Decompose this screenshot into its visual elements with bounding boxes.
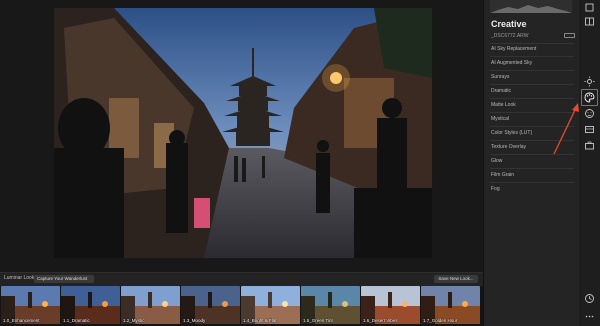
save-new-look-button[interactable]: Save New Look... xyxy=(434,274,478,283)
look-label: 1.4_Bright & Flat xyxy=(243,318,277,323)
look-thumbnail[interactable]: 1.3_Moody xyxy=(181,286,240,324)
tool-mystical[interactable]: Mystical xyxy=(491,116,509,122)
look-label: 1.0_Enhancement xyxy=(3,318,40,323)
photo-preview[interactable] xyxy=(54,8,432,258)
panel-title: Creative xyxy=(491,19,527,29)
annotation-arrow xyxy=(553,103,579,155)
divider xyxy=(490,168,574,169)
tool-texture-overlay[interactable]: Texture Overlay xyxy=(491,144,526,150)
look-thumbnail[interactable]: 1.1_Dramatic xyxy=(61,286,120,324)
tool-film-grain[interactable]: Film Grain xyxy=(491,172,514,178)
look-label: 1.3_Moody xyxy=(183,318,206,323)
look-thumbnail[interactable]: 1.0_Enhancement xyxy=(1,286,60,324)
look-thumbnail[interactable]: 1.4_Bright & Flat xyxy=(241,286,300,324)
tool-sunrays[interactable]: Sunrays xyxy=(491,74,509,80)
histogram xyxy=(490,0,572,13)
divider xyxy=(490,84,574,85)
tool-color-styles[interactable]: Color Styles (LUT) xyxy=(491,130,532,136)
image-canvas[interactable] xyxy=(0,0,483,272)
tool-glow[interactable]: Glow xyxy=(491,158,502,164)
look-label: 1.7_Golden Hour xyxy=(423,318,458,323)
module-toolbar xyxy=(579,0,600,326)
look-label: 1.5_Green Tint xyxy=(303,318,333,323)
compare-icon[interactable] xyxy=(584,16,595,27)
tool-dramatic[interactable]: Dramatic xyxy=(491,88,511,94)
briefcase-icon[interactable] xyxy=(584,140,595,151)
more-icon[interactable] xyxy=(584,311,595,322)
creative-panel: Creative _DSC6772.ARW AI Sky Replacement… xyxy=(483,0,580,326)
file-name: _DSC6772.ARW xyxy=(491,33,529,39)
look-label: 1.2_Mystic xyxy=(123,318,145,323)
sun-icon[interactable] xyxy=(584,76,595,87)
tool-ai-augmented-sky[interactable]: AI Augmented Sky xyxy=(491,60,532,66)
palette-icon[interactable] xyxy=(584,92,595,103)
layers-top-icon[interactable] xyxy=(584,2,595,13)
looks-collection-select[interactable]: Capture Your Wanderlust xyxy=(34,274,94,283)
tool-ai-sky-replacement[interactable]: AI Sky Replacement xyxy=(491,46,536,52)
divider xyxy=(490,182,574,183)
tool-matte-look[interactable]: Matte Look xyxy=(491,102,516,108)
looks-bar: Luminar Looks: Capture Your Wanderlust S… xyxy=(0,272,483,286)
divider xyxy=(490,43,574,44)
look-thumbnail[interactable]: 1.2_Mystic xyxy=(121,286,180,324)
layers-icon[interactable] xyxy=(584,124,595,135)
look-thumbnail[interactable]: 1.5_Green Tint xyxy=(301,286,360,324)
file-info-toggle[interactable] xyxy=(564,33,575,38)
divider xyxy=(490,98,574,99)
divider xyxy=(490,70,574,71)
look-label: 1.1_Dramatic xyxy=(63,318,90,323)
look-thumbnail[interactable]: 1.7_Golden Hour xyxy=(421,286,480,324)
looks-thumbnail-strip: 1.0_Enhancement 1.1_Dramatic 1.2_Mystic … xyxy=(0,286,483,326)
tool-fog[interactable]: Fog xyxy=(491,186,500,192)
look-thumbnail[interactable]: 1.6_Desert Vibes xyxy=(361,286,420,324)
face-icon[interactable] xyxy=(584,108,595,119)
divider xyxy=(490,56,574,57)
look-label: 1.6_Desert Vibes xyxy=(363,318,398,323)
clock-icon[interactable] xyxy=(584,293,595,304)
